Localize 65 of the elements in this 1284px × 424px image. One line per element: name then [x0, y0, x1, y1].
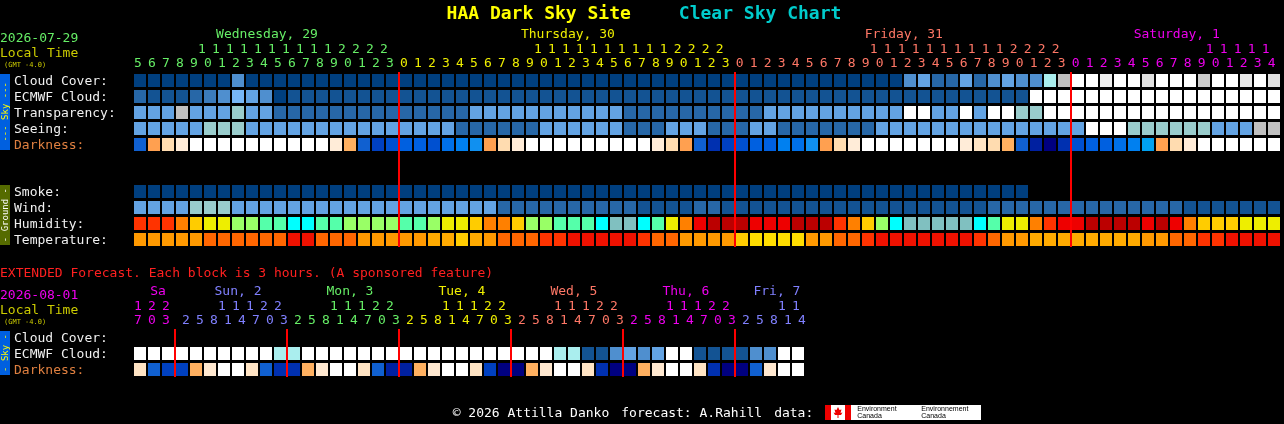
row-label: ECMWF Cloud: — [14, 345, 109, 361]
site-title: HAA Dark Sky Site — [446, 1, 631, 23]
copyright-text: © 2026 Attilla Danko — [452, 404, 610, 420]
day-name: Wednesday, 29 — [215, 26, 319, 42]
day-name: Friday, 31 — [863, 26, 944, 42]
hour-tens: 11122 — [552, 299, 624, 313]
chart-title: Clear Sky Chart — [678, 1, 842, 23]
hour-units: 012345678901234567890123 — [399, 56, 736, 70]
hour-units: 25814 — [741, 313, 812, 327]
forecast-credit: forecast: A.Rahill — [621, 404, 763, 420]
row-label: Darkness: — [14, 136, 86, 152]
day-name: Mon, 3 — [325, 283, 375, 299]
day-name: Thursday, 30 — [519, 26, 616, 42]
hour-tens: 11111 — [1204, 42, 1276, 56]
row-label: Wind: — [14, 199, 55, 215]
hour-units: 703 — [134, 313, 177, 327]
hour-units: 25814703 — [517, 313, 630, 327]
hour-tens: 11111111112222 — [532, 42, 730, 56]
midnight-line — [286, 329, 288, 377]
hour-tens: 11111111112222 — [196, 42, 394, 56]
row-label: Temperature: — [14, 231, 109, 247]
row-label: Darkness: — [14, 361, 86, 377]
hour-tens: 122 — [134, 299, 176, 313]
row-label: Cloud Cover: — [14, 329, 109, 345]
row-label: Seeing: — [14, 120, 70, 136]
section-tag: - Ground - — [0, 185, 10, 245]
day-name: Sa — [149, 283, 167, 299]
row-label: Smoke: — [14, 183, 62, 199]
hour-units: 25814703 — [294, 313, 406, 327]
local-time-label: Local Time — [0, 303, 80, 317]
row-label: Transparency: — [14, 104, 117, 120]
hour-units: 012345678901234567890123 — [735, 56, 1072, 70]
day-name: Wed, 5 — [549, 283, 599, 299]
hour-units: 012345678901234 — [1071, 56, 1282, 70]
forecast-date: 2026-08-01 — [0, 287, 80, 303]
hour-units: 25814703 — [182, 313, 294, 327]
local-time-label: Local Time — [0, 46, 80, 60]
hour-units: 25814703 — [629, 313, 742, 327]
extended-notice: EXTENDED Forecast. Each block is 3 hours. (A sponsored feature) — [0, 265, 495, 281]
hour-tens: 11111111112222 — [868, 42, 1066, 56]
day-name: Saturday, 1 — [1132, 26, 1221, 42]
day-name: Tue, 4 — [437, 283, 487, 299]
day-name: Sun, 2 — [213, 283, 263, 299]
row-label: ECMWF Cloud: — [14, 88, 109, 104]
data-label: data: — [774, 404, 814, 420]
day-name: Fri, 7 — [752, 283, 802, 299]
section-tag: --- Sky --- — [0, 74, 10, 150]
row-label: Humidity: — [14, 215, 86, 231]
forecast-date: 2026-07-29 — [0, 30, 80, 46]
hour-tens: 11 — [776, 299, 806, 313]
midnight-line — [510, 329, 512, 377]
hour-tens: 11122 — [664, 299, 736, 313]
hour-tens: 11122 — [440, 299, 512, 313]
midnight-line — [734, 329, 736, 377]
hour-units: 5678901234567890123 — [134, 56, 400, 70]
midnight-line — [174, 329, 176, 377]
hour-tens: 11122 — [217, 299, 288, 313]
flag-icon — [825, 404, 852, 420]
midnight-line — [622, 329, 624, 377]
hour-tens: 11122 — [329, 299, 400, 313]
midnight-line — [398, 329, 400, 377]
day-name: Thu, 6 — [661, 283, 711, 299]
hour-units: 25814703 — [405, 313, 518, 327]
row-label: Cloud Cover: — [14, 72, 109, 88]
section-tag: - Sky - — [0, 331, 10, 375]
